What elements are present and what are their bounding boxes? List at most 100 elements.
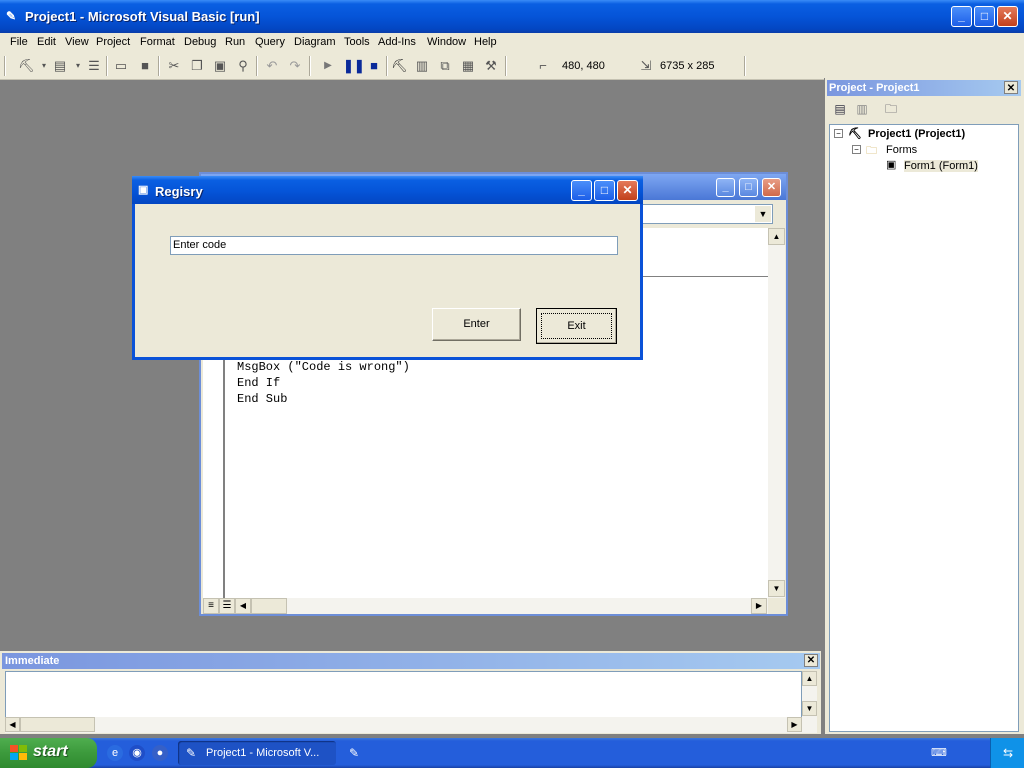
scroll-left-icon[interactable]: ◀ [5, 717, 20, 732]
show-desktop-icon[interactable]: ◉ [129, 745, 145, 761]
scroll-right-icon[interactable]: ▶ [751, 598, 767, 614]
code-close-button[interactable]: ✕ [762, 178, 781, 197]
undo-icon[interactable]: ↶ [264, 58, 280, 74]
code-horizontal-scrollbar[interactable]: ≡ ☰ ◀ ▶ [203, 598, 768, 614]
code-vertical-scrollbar[interactable]: ▲ ▼ [768, 228, 785, 598]
scroll-thumb[interactable] [20, 717, 95, 732]
code-minimize-button[interactable]: _ [716, 178, 735, 197]
dialog-maximize-button[interactable]: □ [594, 180, 615, 201]
menu-run[interactable]: Run [225, 36, 245, 48]
maximize-button[interactable]: □ [974, 6, 995, 27]
exit-button[interactable]: Exit [536, 308, 617, 344]
menu-query[interactable]: Query [255, 36, 285, 48]
media-player-icon[interactable]: ● [152, 745, 168, 761]
menu-tools[interactable]: Tools [344, 36, 370, 48]
immediate-horizontal-scrollbar[interactable]: ◀ ▶ [5, 717, 802, 733]
toolbar-grip[interactable] [4, 56, 6, 76]
code-maximize-button[interactable]: □ [739, 178, 758, 197]
menu-edit[interactable]: Edit [37, 36, 56, 48]
project-explorer-title-bar[interactable]: Project - Project1 ✕ [827, 80, 1021, 96]
cut-icon[interactable]: ✂ [166, 58, 182, 74]
tree-form1-node[interactable]: Form1 (Form1) [904, 160, 978, 172]
start-button[interactable]: start [0, 738, 97, 768]
toggle-folders-icon[interactable]: 🗀 [882, 100, 900, 118]
code-line[interactable]: End Sub [237, 392, 287, 406]
paste-icon[interactable]: ▣ [212, 58, 228, 74]
chevron-down-icon[interactable]: ▼ [755, 206, 771, 222]
form-layout-icon[interactable]: ⧉ [437, 58, 453, 74]
vb-app-icon[interactable]: ✎ [6, 9, 20, 23]
project-explorer[interactable]: Project - Project1 ✕ ▤ ▥ 🗀 − ⛏ Project1 … [824, 78, 1024, 734]
copy-icon[interactable]: ❐ [189, 58, 205, 74]
immediate-vertical-scrollbar[interactable]: ▲ ▼ [802, 671, 817, 733]
main-title-bar[interactable]: ✎ Project1 - Microsoft Visual Basic [run… [0, 0, 1024, 33]
scroll-down-icon[interactable]: ▼ [768, 580, 785, 597]
procedure-combo[interactable]: ▼ [641, 204, 773, 224]
add-form-icon[interactable]: ▤ [52, 58, 68, 74]
immediate-input[interactable] [5, 671, 802, 719]
network-icon[interactable]: ⇆ [1000, 745, 1016, 761]
immediate-window[interactable]: Immediate ✕ ▲ ▼ ◀ ▶ [0, 651, 821, 734]
toolbar-separator [309, 56, 311, 76]
enter-button[interactable]: Enter [432, 308, 521, 341]
start-icon[interactable]: ▶ [320, 58, 336, 74]
add-project-icon[interactable]: ⛏ [18, 58, 35, 74]
internet-explorer-icon[interactable]: e [107, 745, 123, 761]
close-button[interactable]: ✕ [997, 6, 1018, 27]
menu-editor-icon[interactable]: ☰ [86, 58, 102, 74]
redo-icon[interactable]: ↷ [287, 58, 303, 74]
find-icon[interactable]: ⚲ [235, 58, 251, 74]
scroll-up-icon[interactable]: ▲ [802, 671, 817, 686]
dialog-title-bar[interactable]: ▣ Regisry _ □ ✕ [132, 176, 643, 204]
save-project-icon[interactable]: ■ [137, 58, 153, 74]
full-module-view-icon[interactable]: ☰ [219, 598, 235, 614]
toolbox-icon[interactable]: ⚒ [483, 58, 499, 74]
menu-project[interactable]: Project [96, 36, 130, 48]
scroll-down-icon[interactable]: ▼ [802, 701, 817, 716]
menu-window[interactable]: Window [427, 36, 466, 48]
tree-forms-node[interactable]: Forms [886, 144, 917, 156]
menu-add-ins[interactable]: Add-Ins [378, 36, 416, 48]
menu-view[interactable]: View [65, 36, 89, 48]
menu-file[interactable]: File [10, 36, 28, 48]
dropdown-arrow-icon[interactable]: ▾ [36, 58, 52, 74]
code-input[interactable]: Enter code [170, 236, 618, 255]
scroll-left-icon[interactable]: ◀ [235, 598, 251, 614]
size-icon: ⇲ [640, 58, 652, 73]
immediate-title-bar[interactable]: Immediate ✕ [2, 653, 820, 669]
menu-debug[interactable]: Debug [184, 36, 216, 48]
scroll-right-icon[interactable]: ▶ [787, 717, 802, 732]
dialog-minimize-button[interactable]: _ [571, 180, 592, 201]
menu-help[interactable]: Help [474, 36, 497, 48]
code-line[interactable]: End If [237, 376, 280, 390]
dropdown-arrow-icon[interactable]: ▾ [70, 58, 86, 74]
scroll-up-icon[interactable]: ▲ [768, 228, 785, 245]
keyboard-icon[interactable]: ⌨ [931, 745, 947, 761]
object-browser-icon[interactable]: ▦ [460, 58, 476, 74]
minimize-button[interactable]: _ [951, 6, 972, 27]
collapse-icon[interactable]: − [852, 145, 861, 154]
regisry-app-icon[interactable]: ✎ [346, 745, 362, 761]
project-tree[interactable]: − ⛏ Project1 (Project1) − 🗀 Forms ▣ Form… [829, 124, 1019, 732]
toolbar-separator [158, 56, 160, 76]
break-icon[interactable]: ❚❚ [343, 58, 365, 74]
collapse-icon[interactable]: − [834, 129, 843, 138]
close-icon[interactable]: ✕ [804, 654, 818, 667]
scroll-thumb[interactable] [251, 598, 287, 614]
menu-diagram[interactable]: Diagram [294, 36, 336, 48]
code-line[interactable]: MsgBox ("Code is wrong") [237, 360, 410, 374]
position-readout: 480, 480 [562, 60, 605, 72]
close-icon[interactable]: ✕ [1004, 81, 1018, 94]
properties-window-icon[interactable]: ▥ [414, 58, 430, 74]
view-code-icon[interactable]: ▤ [831, 100, 849, 118]
project-explorer-icon[interactable]: ⛏ [391, 58, 408, 74]
open-project-icon[interactable]: ▭ [113, 58, 129, 74]
tree-project-node[interactable]: Project1 (Project1) [868, 128, 965, 140]
menu-format[interactable]: Format [140, 36, 175, 48]
taskbar-item-visual-basic[interactable]: ✎ Project1 - Microsoft V... [178, 741, 336, 765]
procedure-view-icon[interactable]: ≡ [203, 598, 219, 614]
view-object-icon[interactable]: ▥ [853, 100, 871, 118]
dialog-close-button[interactable]: ✕ [617, 180, 638, 201]
regisry-dialog[interactable]: ▣ Regisry _ □ ✕ Enter code Enter Exit [132, 176, 643, 360]
end-icon[interactable]: ■ [366, 58, 382, 74]
